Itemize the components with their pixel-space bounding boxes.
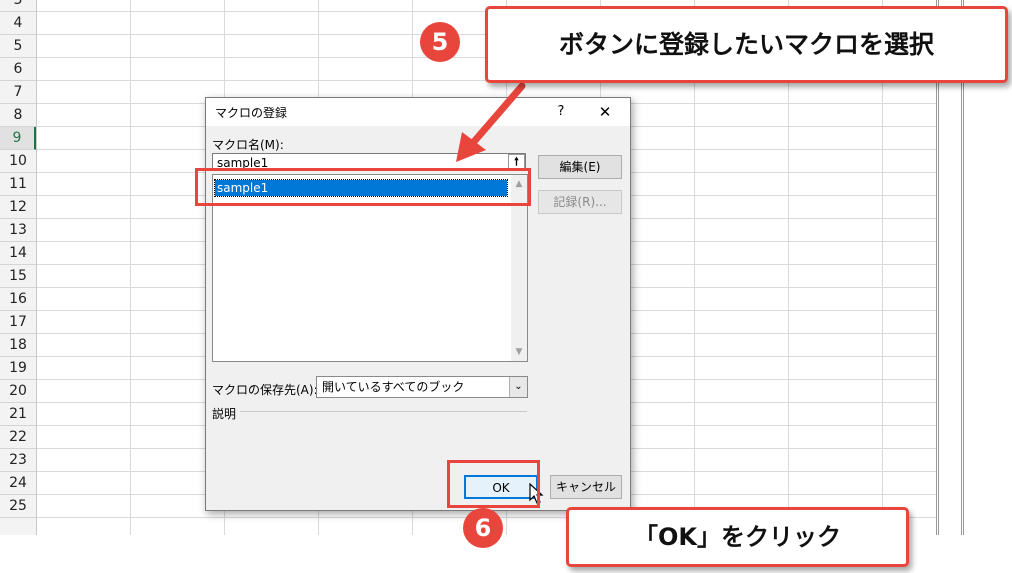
- save-location-select[interactable]: 開いているすべてのブック ⌄: [316, 376, 528, 398]
- row-number[interactable]: 14: [0, 242, 36, 265]
- macro-name-label: マクロ名(M):: [212, 138, 284, 152]
- row-number[interactable]: 7: [0, 81, 36, 104]
- row-number[interactable]: 25: [0, 495, 36, 518]
- description-divider: [240, 411, 527, 412]
- row-number[interactable]: 8: [0, 104, 36, 127]
- row-number[interactable]: 3: [0, 0, 36, 12]
- cancel-button[interactable]: キャンセル: [550, 475, 622, 499]
- column-gridline: [130, 0, 131, 535]
- row-number[interactable]: 11: [0, 173, 36, 196]
- step5-badge: 5: [420, 22, 460, 62]
- row-number[interactable]: 22: [0, 426, 36, 449]
- row-number[interactable]: 23: [0, 449, 36, 472]
- row-number[interactable]: 18: [0, 334, 36, 357]
- record-button[interactable]: 記録(R)...: [538, 190, 622, 214]
- edit-button[interactable]: 編集(E): [538, 155, 622, 179]
- close-button[interactable]: ✕: [594, 102, 616, 122]
- row-number[interactable]: 17: [0, 311, 36, 334]
- row-number[interactable]: 9: [0, 127, 36, 150]
- row-number[interactable]: 10: [0, 150, 36, 173]
- row-header-column: 3 4 5 6 7 8 9 10 11 12 13 14 15 16 17 18 19 20 21 22 23 24 25: [0, 0, 37, 535]
- row-number[interactable]: 4: [0, 12, 36, 35]
- save-location-value: 開いているすべてのブック: [322, 380, 465, 394]
- description-label: 説明: [212, 407, 237, 421]
- macro-assign-dialog: マクロの登録 ? ✕ マクロ名(M): sample1 🠕 sample1 ▲ …: [205, 97, 631, 511]
- dialog-titlebar: マクロの登録 ? ✕: [206, 98, 630, 126]
- row-number[interactable]: 13: [0, 219, 36, 242]
- chevron-down-icon[interactable]: ⌄: [509, 377, 527, 397]
- save-location-label: マクロの保存先(A):: [212, 383, 318, 397]
- scroll-down-icon[interactable]: ▼: [511, 345, 527, 359]
- help-button[interactable]: ?: [550, 102, 572, 122]
- step6-badge: 6: [463, 508, 503, 548]
- dialog-title: マクロの登録: [215, 106, 288, 120]
- row-number[interactable]: 20: [0, 380, 36, 403]
- row-number[interactable]: 19: [0, 357, 36, 380]
- row-number[interactable]: 15: [0, 265, 36, 288]
- row-number[interactable]: 16: [0, 288, 36, 311]
- row-number[interactable]: 12: [0, 196, 36, 219]
- highlight-macro-list: [195, 168, 531, 206]
- row-number[interactable]: 5: [0, 35, 36, 58]
- row-number[interactable]: 24: [0, 472, 36, 495]
- step5-callout: ボタンに登録したいマクロを選択: [485, 6, 1008, 83]
- row-number[interactable]: 21: [0, 403, 36, 426]
- arrow-icon: [456, 82, 526, 162]
- step6-callout: 「OK」をクリック: [566, 507, 909, 567]
- row-number[interactable]: 6: [0, 58, 36, 81]
- highlight-ok-button: [447, 460, 540, 508]
